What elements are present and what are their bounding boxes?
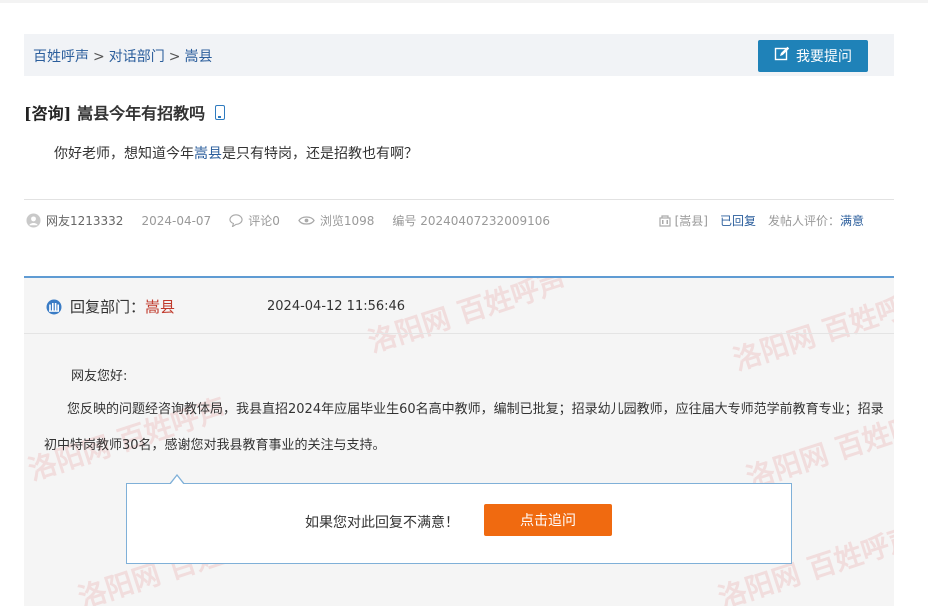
post-title-text: 嵩县今年有招教吗 [77,104,206,123]
comment-icon [229,214,243,227]
user-icon [26,213,41,228]
mobile-icon [215,104,226,120]
meta-comments-count: 评论0 [248,214,280,228]
ask-question-button[interactable]: 我要提问 [758,40,868,72]
breadcrumb-current-link[interactable]: 嵩县 [184,49,212,65]
meta-department-name[interactable]: [嵩县] [675,212,708,229]
meta-divider [24,199,894,200]
meta-views-count: 浏览1098 [319,214,375,228]
meta-rating-label: 发帖人评价： [767,214,840,228]
reply-greeting: 网友您好: [71,369,128,384]
reply-department-label: 回复部门： [70,298,146,316]
breadcrumb-bar: 百姓呼声 > 对话部门 > 嵩县 我要提问 [24,34,894,76]
reply-department-name[interactable]: 嵩县 [145,298,175,316]
breadcrumb-home-link[interactable]: 百姓呼声 [33,49,89,65]
breadcrumb: 百姓呼声 > 对话部门 > 嵩县 [33,46,212,66]
followup-button[interactable]: 点击追问 [484,504,612,536]
meta-date: 2024-04-07 [141,213,212,228]
post-tag: [咨询] [24,104,72,123]
post-body: 你好老师，想知道今年嵩县是只有特岗，还是招教也有啊？ [54,143,418,163]
meta-user: 网友1213332 [26,212,123,229]
post-body-after: 是只有特岗，还是招教也有啊？ [222,146,418,162]
meta-rating: 发帖人评价： 满意 [768,212,864,229]
followup-pointer-fill [170,476,184,485]
followup-box: 如果您对此回复不满意！ 点击追问 [126,474,792,564]
meta-department: [嵩县] [658,212,708,229]
meta-user-name[interactable]: 网友1213332 [46,212,123,229]
post-title: [咨询] 嵩县今年有招教吗 [24,100,226,124]
meta-comments: 评论0 [229,212,280,229]
department-icon [46,299,62,315]
post-body-county-link[interactable]: 嵩县 [194,146,222,162]
ask-question-label: 我要提问 [796,49,852,65]
reply-header: 回复部门：嵩县 2024-04-12 11:56:46 [24,278,894,334]
meta-views: 浏览1098 [298,212,375,229]
eye-icon [298,216,315,225]
breadcrumb-separator: > [93,49,105,65]
top-divider [0,0,928,3]
reply-department: 回复部门：嵩县 [70,296,175,317]
post-meta: 网友1213332 2024-04-07 评论0 浏览1098 编号 20240… [26,212,568,229]
meta-reply-status: 已回复 [719,214,756,228]
breadcrumb-separator: > [168,49,181,65]
reply-text: 您反映的问题经咨询教体局，我县直招2024年应届毕业生60名高中教师，编制已批复… [44,402,884,453]
building-icon [658,214,671,227]
edit-icon [774,46,790,66]
meta-rating-value: 满意 [839,214,864,228]
post-body-before: 你好老师，想知道今年 [54,146,194,162]
meta-number: 编号 20240407232009106 [392,214,550,228]
followup-prompt: 如果您对此回复不满意！ [305,515,459,531]
reply-time: 2024-04-12 11:56:46 [267,299,406,314]
breadcrumb-section-link[interactable]: 对话部门 [109,49,165,65]
post-status: [嵩县] 已回复 发帖人评价： 满意 [647,212,864,229]
